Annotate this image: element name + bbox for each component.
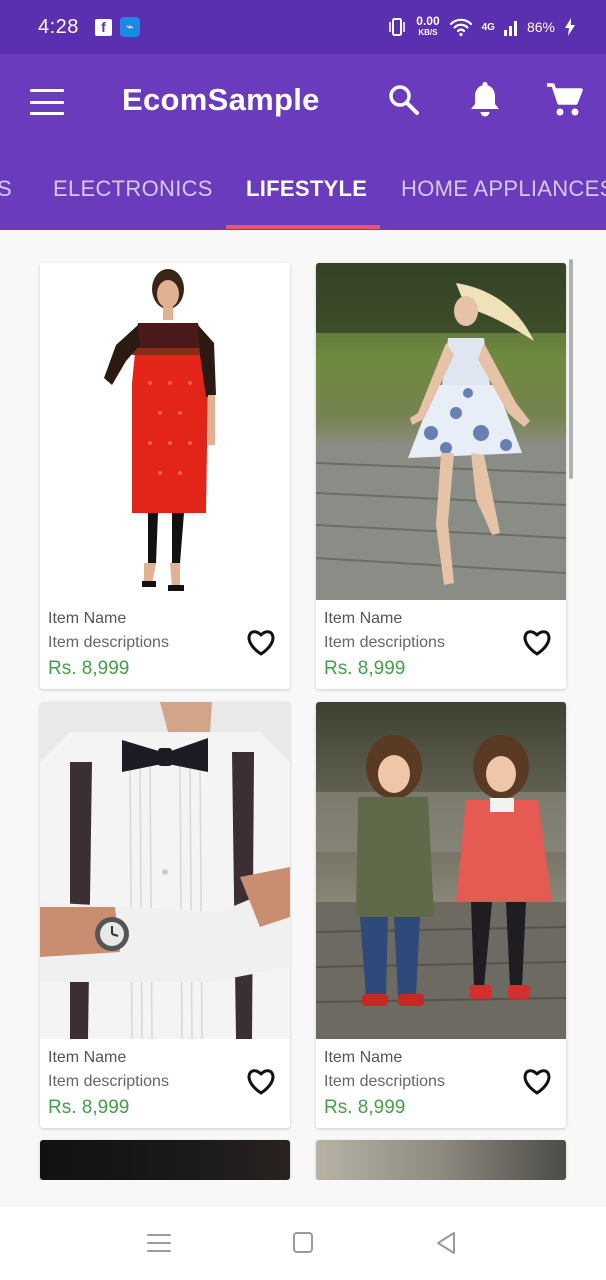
product-description: Item descriptions <box>324 1073 445 1090</box>
bowtie-man-photo <box>40 702 290 1039</box>
tab-lifestyle[interactable]: LIFESTYLE <box>246 176 367 202</box>
product-grid[interactable]: Item Name Item descriptions Rs. 8,999 It… <box>0 230 606 1180</box>
system-nav-bar <box>0 1205 606 1280</box>
screen: 4:28 f ⌁ 0.00 KB/S 4G 86% EcomSample S E… <box>0 0 606 1280</box>
status-time: 4:28 <box>38 15 79 38</box>
product-photo <box>316 1140 566 1180</box>
product-description: Item descriptions <box>48 634 169 651</box>
status-bar: 4:28 f ⌁ 0.00 KB/S 4G 86% <box>0 0 606 54</box>
net-speed-unit: KB/S <box>418 28 438 37</box>
home-icon[interactable] <box>288 1230 318 1256</box>
wifi-icon <box>449 18 472 37</box>
battery-text: 86% <box>526 19 555 35</box>
product-name: Item Name <box>324 1049 403 1066</box>
product-card[interactable]: Item Name Item descriptions Rs. 8,999 <box>40 263 290 689</box>
product-card[interactable] <box>40 1140 290 1180</box>
product-photo <box>40 1140 290 1180</box>
category-tab-bar: S ELECTRONICS LIFESTYLE HOME APPLIANCES <box>0 150 606 230</box>
product-price: Rs. 8,999 <box>48 1097 130 1118</box>
tab-electronics[interactable]: ELECTRONICS <box>53 176 213 202</box>
product-card[interactable]: Item Name Item descriptions Rs. 8,999 <box>40 702 290 1128</box>
product-name: Item Name <box>48 610 127 627</box>
vibrate-icon <box>389 18 406 36</box>
net-speed: 0.00 KB/S <box>416 14 440 38</box>
back-icon[interactable] <box>432 1230 462 1256</box>
cart-icon[interactable] <box>542 78 586 122</box>
facebook-icon: f <box>94 18 112 36</box>
product-price: Rs. 8,999 <box>324 1097 406 1118</box>
usb-icon: ⌁ <box>119 17 140 37</box>
search-icon[interactable] <box>382 78 426 122</box>
network-label: 4G <box>481 21 495 33</box>
status-system-icons: 0.00 KB/S 4G 86% <box>387 14 576 38</box>
heart-icon[interactable] <box>522 629 552 657</box>
kids-photo <box>316 702 566 1039</box>
recents-icon[interactable] <box>144 1230 174 1256</box>
dress-woman-photo <box>316 263 566 600</box>
battery-charging-icon <box>565 18 575 36</box>
net-speed-value: 0.00 <box>416 14 440 28</box>
menu-icon[interactable] <box>30 89 64 115</box>
bell-icon[interactable] <box>463 78 507 122</box>
tab-indicator <box>226 225 380 229</box>
product-card[interactable]: Item Name Item descriptions Rs. 8,999 <box>316 263 566 689</box>
product-card[interactable]: Item Name Item descriptions Rs. 8,999 <box>316 702 566 1128</box>
heart-icon[interactable] <box>246 629 276 657</box>
app-title: EcomSample <box>122 82 320 117</box>
scrollbar[interactable] <box>569 259 573 479</box>
tab-previous[interactable]: S <box>0 176 12 202</box>
status-notification-icons: f ⌁ <box>94 17 140 37</box>
product-price: Rs. 8,999 <box>48 658 130 679</box>
heart-icon[interactable] <box>522 1068 552 1096</box>
red-kurta-photo <box>40 263 290 600</box>
product-name: Item Name <box>48 1049 127 1066</box>
app-bar: EcomSample <box>0 54 606 150</box>
heart-icon[interactable] <box>246 1068 276 1096</box>
product-description: Item descriptions <box>324 634 445 651</box>
product-price: Rs. 8,999 <box>324 658 406 679</box>
product-card[interactable] <box>316 1140 566 1180</box>
tab-home-appliances[interactable]: HOME APPLIANCES <box>401 176 606 202</box>
signal-icon <box>503 21 517 36</box>
product-description: Item descriptions <box>48 1073 169 1090</box>
product-name: Item Name <box>324 610 403 627</box>
